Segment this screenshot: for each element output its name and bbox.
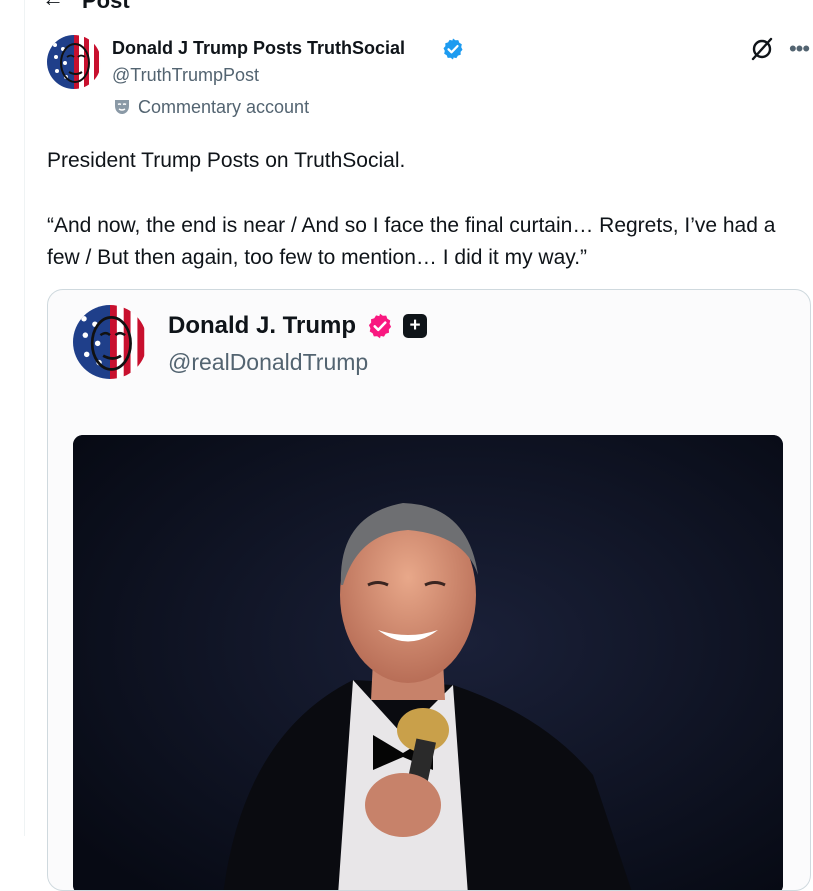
quoted-author-handle[interactable]: @realDonaldTrump — [168, 348, 368, 376]
pink-verified-icon — [368, 313, 392, 339]
account-label: Commentary account — [138, 97, 310, 117]
author-name[interactable]: Donald J Trump Posts TruthSocial — [112, 37, 405, 59]
more-icon[interactable]: ••• — [786, 36, 812, 62]
post-body: President Trump Posts on TruthSocial. “A… — [47, 145, 807, 274]
quoted-post-card[interactable]: Donald J. Trump + @realDonaldTrump — [47, 289, 811, 891]
quoted-author-name[interactable]: Donald J. Trump — [168, 312, 356, 340]
video-thumbnail[interactable] — [73, 435, 783, 890]
author-handle[interactable]: @TruthTrumpPost — [112, 64, 259, 86]
post-text-line2: “And now, the end is near / And so I fac… — [47, 214, 776, 269]
arrow-left-icon[interactable]: ← — [42, 0, 64, 12]
verified-badge-icon — [443, 38, 463, 60]
timeline-border — [24, 0, 25, 836]
author-avatar[interactable] — [47, 35, 101, 89]
quoted-author-avatar[interactable] — [73, 305, 147, 379]
mask-icon — [115, 100, 129, 114]
plus-badge-icon: + — [403, 314, 427, 338]
page-title: Post — [82, 0, 130, 13]
post-text-line1: President Trump Posts on TruthSocial. — [47, 149, 406, 172]
grok-icon[interactable] — [749, 36, 775, 62]
commentary-label: Commentary account — [112, 96, 309, 118]
